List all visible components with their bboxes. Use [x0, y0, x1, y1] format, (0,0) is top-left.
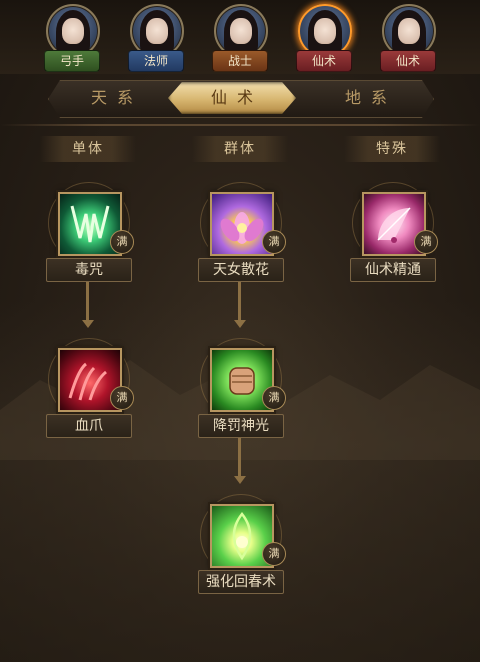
arrow-connector	[238, 282, 241, 322]
portrait-label: 战士	[212, 50, 268, 72]
arrow-down-icon	[82, 320, 94, 328]
portrait-immortal[interactable]: 仙术	[380, 4, 436, 72]
section-divider	[0, 124, 480, 126]
skill-node-tiannusanhua[interactable]: 满 天女散花	[192, 182, 288, 284]
skill-node-qianghuahuichunshu[interactable]: 满 强化回春术	[192, 494, 288, 596]
skill-node-jiangfashenguang[interactable]: 满 降罚神光	[192, 338, 288, 440]
arrow-connector	[238, 438, 241, 478]
max-level-badge: 满	[262, 542, 286, 566]
arrow-down-icon	[234, 320, 246, 328]
portrait-label: 仙术	[380, 50, 436, 72]
max-level-badge: 满	[110, 230, 134, 254]
max-level-badge: 满	[110, 386, 134, 410]
portrait-label: 仙术	[296, 50, 352, 72]
arrow-connector	[86, 282, 89, 322]
skill-label: 仙术精通	[350, 258, 436, 282]
max-level-badge: 满	[262, 386, 286, 410]
skill-label: 降罚神光	[198, 414, 284, 438]
portrait-mage[interactable]: 法师	[128, 4, 184, 72]
max-level-badge: 满	[414, 230, 438, 254]
skill-node-xianshujingtong[interactable]: 满 仙术精通	[344, 182, 440, 284]
class-portrait-row: 弓手 法师 战士 仙术 仙术	[0, 0, 480, 74]
column-header-special: 特殊	[344, 136, 440, 162]
portrait-warrior[interactable]: 战士	[212, 4, 268, 72]
tab-dixi[interactable]: 地系	[302, 82, 430, 114]
portrait-archer[interactable]: 弓手	[44, 4, 100, 72]
skill-branch-tabs: 天系 仙术 地系	[48, 80, 432, 118]
skill-label: 强化回春术	[198, 570, 284, 594]
skill-label: 毒咒	[46, 258, 132, 282]
portrait-immortal-active[interactable]: 仙术	[296, 4, 352, 72]
max-level-badge: 满	[262, 230, 286, 254]
portrait-label: 法师	[128, 50, 184, 72]
skill-node-duzhou[interactable]: 满 毒咒	[40, 182, 136, 284]
tab-xianshu[interactable]: 仙术	[168, 82, 296, 114]
skill-node-xuezhua[interactable]: 满 血爪	[40, 338, 136, 440]
portrait-label: 弓手	[44, 50, 100, 72]
skill-label: 血爪	[46, 414, 132, 438]
column-header-group: 群体	[192, 136, 288, 162]
tab-tianxi[interactable]: 天系	[48, 82, 176, 114]
arrow-down-icon	[234, 476, 246, 484]
column-header-single: 单体	[40, 136, 136, 162]
skill-label: 天女散花	[198, 258, 284, 282]
